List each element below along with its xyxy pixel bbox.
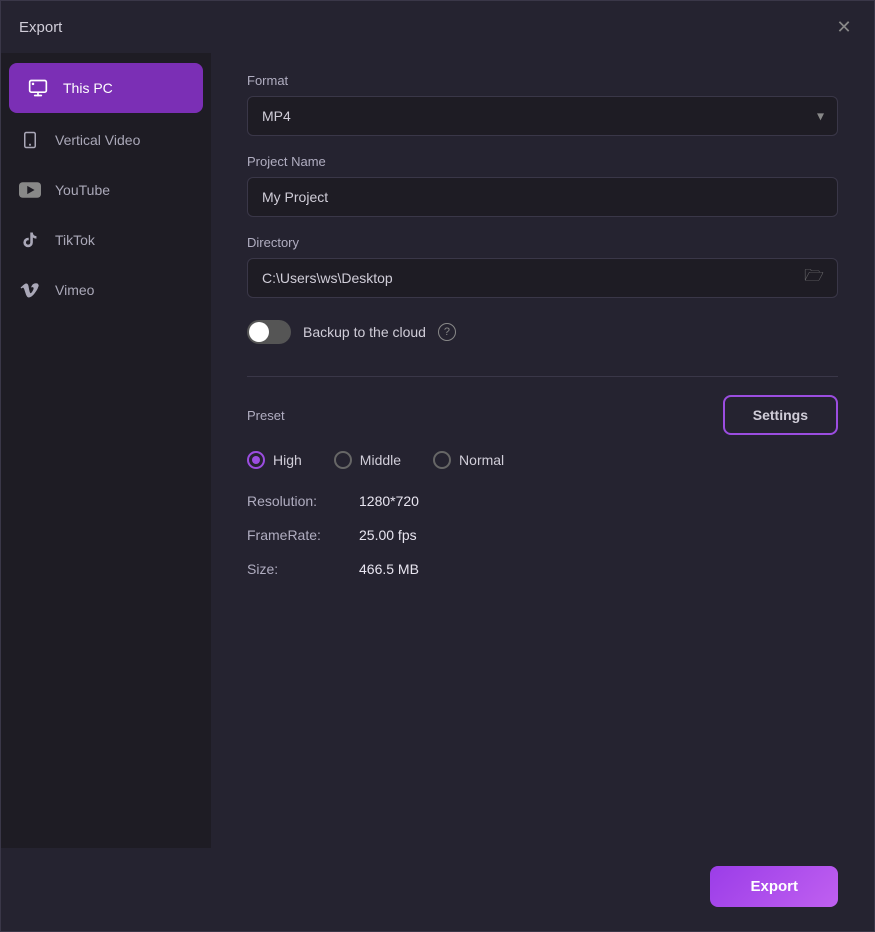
preset-middle[interactable]: Middle [334, 451, 401, 469]
backup-row: Backup to the cloud ? [247, 320, 838, 344]
vimeo-icon [19, 279, 41, 301]
directory-input[interactable] [247, 258, 838, 298]
preset-high[interactable]: High [247, 451, 302, 469]
help-icon[interactable]: ? [438, 323, 456, 341]
tiktok-icon [19, 229, 41, 251]
sidebar-item-label-vertical-video: Vertical Video [55, 132, 140, 148]
framerate-row: FrameRate: 25.00 fps [247, 527, 838, 543]
format-label: Format [247, 73, 838, 88]
radio-high-indicator [247, 451, 265, 469]
title-bar: Export ✕ [1, 1, 874, 53]
sidebar: This PC Vertical Video [1, 53, 211, 848]
sidebar-item-label-youtube: YouTube [55, 182, 110, 198]
sidebar-item-youtube[interactable]: YouTube [1, 165, 211, 215]
toggle-knob [249, 322, 269, 342]
size-key: Size: [247, 561, 347, 577]
content-area: Format MP4 MOV AVI ▾ Project Name Direct… [211, 53, 874, 848]
phone-icon [19, 129, 41, 151]
section-divider [247, 376, 838, 377]
size-row: Size: 466.5 MB [247, 561, 838, 577]
preset-normal[interactable]: Normal [433, 451, 504, 469]
directory-label: Directory [247, 235, 838, 250]
radio-middle-indicator [334, 451, 352, 469]
framerate-key: FrameRate: [247, 527, 347, 543]
directory-wrapper: 🗁 [247, 258, 838, 298]
sidebar-item-label-vimeo: Vimeo [55, 282, 94, 298]
preset-radio-group: High Middle Normal [247, 451, 838, 469]
settings-button[interactable]: Settings [723, 395, 838, 435]
resolution-row: Resolution: 1280*720 [247, 493, 838, 509]
preset-normal-label: Normal [459, 452, 504, 468]
sidebar-item-vimeo[interactable]: Vimeo [1, 265, 211, 315]
youtube-icon [19, 179, 41, 201]
folder-icon[interactable]: 🗁 [804, 265, 824, 292]
export-button[interactable]: Export [710, 866, 838, 907]
project-name-label: Project Name [247, 154, 838, 169]
preset-middle-label: Middle [360, 452, 401, 468]
preset-high-label: High [273, 452, 302, 468]
sidebar-item-tiktok[interactable]: TikTok [1, 215, 211, 265]
project-name-input[interactable] [247, 177, 838, 217]
monitor-icon [27, 77, 49, 99]
backup-toggle[interactable] [247, 320, 291, 344]
sidebar-item-vertical-video[interactable]: Vertical Video [1, 115, 211, 165]
sidebar-item-this-pc[interactable]: This PC [9, 63, 203, 113]
size-value: 466.5 MB [359, 561, 419, 577]
footer: Export [1, 848, 874, 931]
preset-label: Preset [247, 408, 285, 423]
format-select-wrapper: MP4 MOV AVI ▾ [247, 96, 838, 136]
radio-normal-indicator [433, 451, 451, 469]
sidebar-item-label-tiktok: TikTok [55, 232, 95, 248]
preset-row: Preset Settings [247, 395, 838, 435]
sidebar-item-label-this-pc: This PC [63, 80, 113, 96]
export-window: Export ✕ This PC [0, 0, 875, 932]
resolution-key: Resolution: [247, 493, 347, 509]
resolution-value: 1280*720 [359, 493, 419, 509]
main-layout: This PC Vertical Video [1, 53, 874, 848]
format-select[interactable]: MP4 MOV AVI [247, 96, 838, 136]
backup-label: Backup to the cloud [303, 324, 426, 340]
close-button[interactable]: ✕ [832, 15, 856, 39]
framerate-value: 25.00 fps [359, 527, 417, 543]
window-title: Export [19, 19, 62, 36]
